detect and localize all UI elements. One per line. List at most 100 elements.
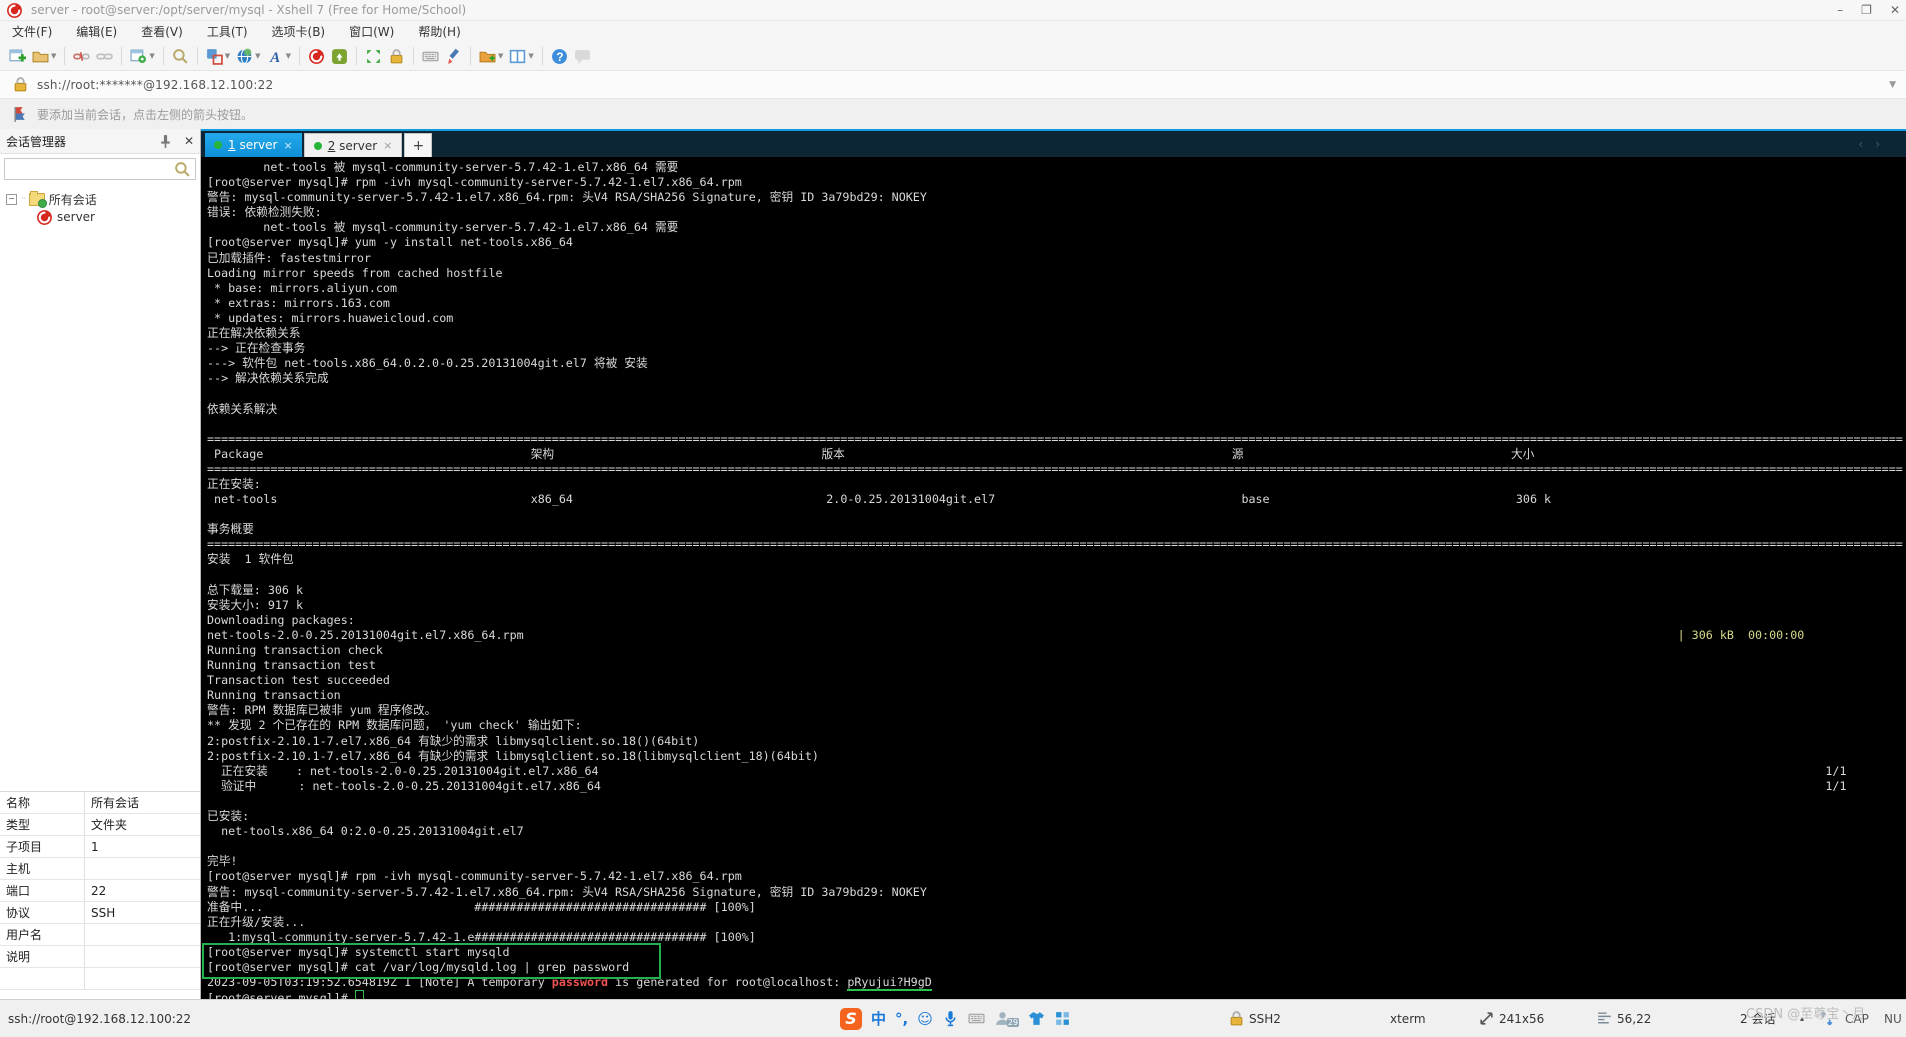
terminal-line: 安装大小: 917 k [207, 597, 304, 612]
new-file-button[interactable]: ▼ [476, 44, 506, 68]
new-session-button[interactable] [6, 44, 29, 68]
terminal-line: 1:mysql-community-server-5.7.42-1.e#####… [207, 929, 756, 944]
sessions-expand-icon[interactable]: ▴ [1800, 1000, 1804, 1037]
property-row-empty [0, 968, 200, 990]
pin-icon[interactable] [157, 133, 174, 150]
punctuation-icon[interactable]: °, [895, 1010, 908, 1028]
num-indicator: NU [1884, 1011, 1902, 1026]
search-icon [174, 161, 191, 178]
layout-button[interactable]: ▼ [506, 44, 536, 68]
tree-connector: ·· [21, 194, 26, 204]
virtual-keyboard-button[interactable] [419, 44, 442, 68]
soft-keyboard-icon[interactable] [968, 1010, 985, 1027]
terminal-line: 警告: mysql-community-server-5.7.42-1.el7.… [207, 190, 927, 205]
tree-node-all-sessions[interactable]: − ·· 所有会话 [6, 190, 200, 208]
disconnect-button[interactable] [70, 44, 93, 68]
title-bar: server - root@server:/opt/server/mysql -… [0, 0, 1906, 21]
chinese-mode-icon[interactable]: 中 [871, 1008, 886, 1029]
main-area: 1 server × 2 server × + ‹ › net-tools 被 … [201, 129, 1906, 1000]
xshell-button[interactable] [305, 44, 328, 68]
property-label: 类型 [0, 814, 85, 835]
login-badge: 29 [1006, 1018, 1020, 1027]
window-title: server - root@server:/opt/server/mysql -… [31, 3, 467, 17]
terminal-line: * extras: mirrors.163.com [207, 295, 390, 310]
tab-scroll-right-icon[interactable]: › [1875, 137, 1880, 151]
menu-item-1[interactable]: 编辑(E) [76, 23, 117, 40]
highlight-button[interactable] [442, 44, 465, 68]
compose-button[interactable]: ▼ [203, 44, 233, 68]
tab-close-icon[interactable]: × [283, 139, 292, 152]
skin-icon[interactable] [1028, 1010, 1045, 1027]
lock-icon [12, 76, 29, 93]
terminal-line: [root@server mysql]# cat /var/log/mysqld… [207, 959, 630, 974]
chevron-down-icon[interactable]: ▼ [1889, 80, 1896, 90]
menu-item-3[interactable]: 工具(T) [207, 23, 248, 40]
reconnect-button[interactable] [93, 44, 116, 68]
menu-item-2[interactable]: 查看(V) [141, 23, 183, 40]
terminal-line: * updates: mirrors.huaweicloud.com [207, 310, 454, 325]
tab-label: server [239, 138, 278, 152]
terminal-line: Running transaction test [207, 658, 376, 673]
session-search-input[interactable] [5, 160, 174, 178]
session-url[interactable]: ssh://root:*******@192.168.12.100:22 [37, 78, 273, 92]
find-button[interactable] [169, 44, 192, 68]
property-value: 1 [91, 839, 99, 854]
terminal[interactable]: net-tools 被 mysql-community-server-5.7.4… [201, 157, 1906, 1000]
terminal-line: [root@server mysql]# yum -y install net-… [207, 235, 573, 250]
tab-server-1[interactable]: 1 server × [205, 133, 302, 157]
scroll-arrows-icon[interactable] [1818, 1000, 1835, 1037]
new-tab-button[interactable]: + [404, 133, 433, 157]
mic-icon[interactable] [942, 1010, 959, 1027]
sogou-logo-icon[interactable]: S [840, 1007, 862, 1030]
terminal-line: 2:postfix-2.10.1-7.el7.x86_64 有缺少的需求 lib… [207, 748, 819, 763]
close-panel-icon[interactable]: ✕ [184, 134, 194, 148]
terminal-type[interactable]: xterm [1390, 1000, 1426, 1037]
emoji-icon[interactable]: ☺ [917, 1010, 933, 1028]
terminal-line: 警告: mysql-community-server-5.7.42-1.el7.… [207, 884, 927, 899]
fullscreen-button[interactable] [362, 44, 385, 68]
session-icon [36, 209, 53, 226]
xftp-button[interactable] [328, 44, 351, 68]
property-row: 说明 [0, 946, 200, 968]
terminal-line: Running transaction check [207, 643, 383, 657]
session-tree: − ·· 所有会话 server [0, 184, 200, 226]
menu-item-5[interactable]: 窗口(W) [349, 23, 394, 40]
terminal-line: 安装 1 软件包 [207, 552, 294, 567]
login-icon[interactable]: 29 [994, 1010, 1020, 1027]
protocol-status: SSH2 [1228, 1000, 1281, 1037]
property-label: 用户名 [0, 924, 85, 945]
tab-scroll-left-icon[interactable]: ‹ [1858, 137, 1863, 151]
terminal-line: 正在安装: [207, 476, 261, 491]
menu-item-4[interactable]: 选项卡(B) [272, 23, 326, 40]
encoding-button[interactable]: ▼ [233, 44, 263, 68]
feedback-button[interactable] [571, 44, 594, 68]
lock-screen-button[interactable] [385, 44, 408, 68]
session-count[interactable]: 2 会话 [1740, 1000, 1775, 1037]
property-row: 名称 所有会话 [0, 792, 200, 814]
lines-icon [1596, 1010, 1613, 1027]
status-bar: ssh://root@192.168.12.100:22 S 中 °, ☺ 29… [0, 999, 1906, 1037]
minimize-button[interactable]: – [1837, 3, 1843, 17]
tab-close-icon[interactable]: × [383, 139, 392, 152]
menu-item-6[interactable]: 帮助(H) [418, 23, 460, 40]
help-button[interactable] [548, 44, 571, 68]
menu-bar: 文件(F) 编辑(E) 查看(V) 工具(T) 选项卡(B) 窗口(W) 帮助(H) [0, 21, 1906, 43]
maximize-button[interactable]: ❐ [1861, 3, 1872, 17]
session-properties-button[interactable]: ▼ [127, 44, 157, 68]
tab-index: 1 [228, 138, 236, 152]
ime-bar: S 中 °, ☺ 29 [840, 1000, 1071, 1037]
font-button[interactable]: ▼ [264, 44, 294, 68]
terminal-line: [root@server mysql]# rpm -ivh mysql-comm… [207, 869, 742, 884]
collapse-icon[interactable]: − [6, 193, 17, 205]
terminal-line: 2023-09-05T03:19:52.654819Z 1 [Note] A t… [207, 975, 932, 992]
toolbox-icon[interactable] [1054, 1010, 1071, 1027]
menu-item-0[interactable]: 文件(F) [12, 23, 52, 40]
tab-server-2[interactable]: 2 server × [303, 133, 403, 157]
close-button[interactable]: ✕ [1890, 3, 1900, 17]
open-session-button[interactable]: ▼ [29, 44, 59, 68]
tree-node-server[interactable]: server [36, 208, 200, 226]
